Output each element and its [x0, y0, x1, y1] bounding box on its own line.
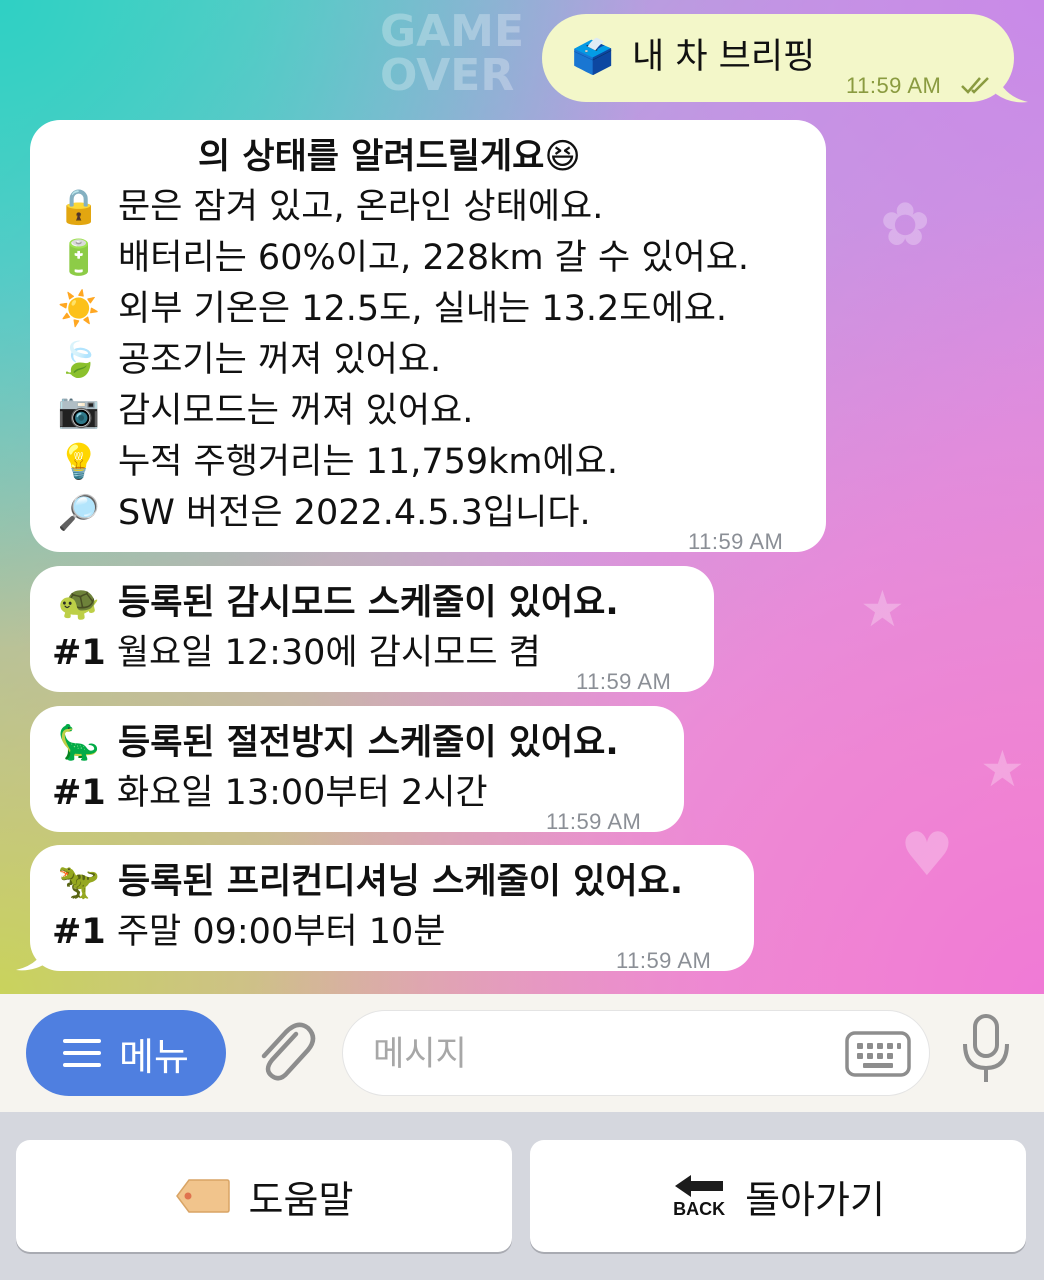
status-line: 🔎 SW 버전은 2022.4.5.3입니다. [54, 488, 749, 539]
schedule-detail: 화요일 13:00부터 2시간 [116, 773, 488, 813]
battery-icon: 🔋 [57, 238, 101, 278]
back-button-label: 돌아가기 [745, 1177, 885, 1222]
schedule-number: #1 [52, 633, 106, 673]
outgoing-message-text: 내 차 브리핑 [632, 37, 816, 77]
schedule-title: 등록된 감시모드 스케줄이 있어요. [118, 583, 619, 623]
background-pattern: GAME OVER [380, 6, 525, 101]
back-arrow-icon: BACK [671, 1173, 727, 1219]
paperclip-icon[interactable] [252, 1016, 316, 1086]
schedule-detail: 주말 09:00부터 10분 [116, 912, 446, 952]
status-message[interactable]: 의 상태를 알려드릴게요😆 🔒 문은 잠겨 있고, 온라인 상태에요. 🔋 배터리는 … [30, 120, 826, 554]
double-check-icon [960, 60, 992, 94]
message-time: 11:59 AM [616, 948, 712, 973]
microphone-icon[interactable] [960, 1012, 1012, 1084]
lock-icon: 🔒 [57, 187, 101, 227]
schedule-title: 등록된 절전방지 스케줄이 있어요. [118, 723, 619, 763]
hamburger-icon [63, 1039, 102, 1067]
status-line: 🔒 문은 잠겨 있고, 온라인 상태에요. [54, 182, 749, 233]
status-line: 📷 감시모드는 꺼져 있어요. [54, 386, 749, 437]
status-lines: 🔒 문은 잠겨 있고, 온라인 상태에요. 🔋 배터리는 60%이고, 228km 갈… [54, 182, 749, 539]
status-line-text: SW 버전은 2022.4.5.3입니다. [118, 493, 591, 533]
back-icon-text: BACK [673, 1199, 726, 1219]
message-time: 11:59 AM [576, 669, 672, 694]
bot-keyboard: 도움말 BACK 돌아가기 [0, 1112, 1044, 1280]
status-line: 🍃 공조기는 꺼져 있어요. [54, 335, 749, 386]
chat-background: GAMEOVER ✦ ✿ ★ ★ ♥ 🗳️ 내 차 브리핑 11:59 AM 의… [0, 0, 1044, 994]
status-line-text: 공조기는 꺼져 있어요. [118, 340, 442, 380]
ballot-box-icon: 🗳️ [571, 37, 615, 77]
sun-icon: ☀️ [57, 289, 101, 329]
message-time: 11:59 AM [688, 529, 784, 554]
keyboard-icon[interactable] [845, 1031, 911, 1077]
message-field[interactable] [342, 1010, 930, 1096]
menu-button-label: 메뉴 [119, 1034, 189, 1079]
bubble-tail [16, 940, 48, 971]
tag-icon [175, 1179, 230, 1213]
camera-icon: 📷 [57, 391, 101, 431]
status-line: ☀️ 외부 기온은 12.5도, 실내는 13.2도에요. [54, 284, 749, 335]
help-button-label: 도움말 [248, 1177, 354, 1222]
status-line: 🔋 배터리는 60%이고, 228km 갈 수 있어요. [54, 233, 749, 284]
leaf-icon: 🍃 [57, 340, 101, 380]
schedule-message[interactable]: 🦖 등록된 프리컨디셔닝 스케줄이 있어요. #1 주말 09:00부터 10분… [30, 845, 754, 973]
message-input[interactable] [373, 1029, 833, 1079]
magnifier-icon: 🔎 [57, 493, 101, 533]
lightbulb-icon: 💡 [57, 442, 101, 482]
status-line-text: 감시모드는 꺼져 있어요. [118, 391, 474, 431]
status-line: 💡 누적 주행거리는 11,759km에요. [54, 437, 749, 488]
status-line-text: 문은 잠겨 있고, 온라인 상태에요. [118, 187, 604, 227]
help-button[interactable]: 도움말 [16, 1140, 512, 1252]
status-line-text: 누적 주행거리는 11,759km에요. [118, 442, 619, 482]
message-time: 11:59 AM [546, 809, 642, 834]
schedule-title: 등록된 프리컨디셔닝 스케줄이 있어요. [118, 862, 684, 902]
schedule-number: #1 [52, 912, 106, 952]
status-title: 의 상태를 알려드릴게요😆 [198, 137, 581, 177]
turtle-icon: 🐢 [57, 583, 101, 623]
bubble-tail [996, 72, 1028, 103]
schedule-message[interactable]: 🦕 등록된 절전방지 스케줄이 있어요. #1 화요일 13:00부터 2시간 … [30, 706, 684, 834]
t-rex-icon: 🦖 [57, 862, 101, 902]
schedule-number: #1 [52, 773, 106, 813]
status-line-text: 외부 기온은 12.5도, 실내는 13.2도에요. [118, 289, 728, 329]
message-time: 11:59 AM [846, 73, 942, 98]
back-button[interactable]: BACK 돌아가기 [530, 1140, 1026, 1252]
schedule-detail: 월요일 12:30에 감시모드 켬 [116, 633, 541, 673]
status-line-text: 배터리는 60%이고, 228km 갈 수 있어요. [118, 238, 750, 278]
menu-button[interactable]: 메뉴 [26, 1010, 226, 1096]
outgoing-message[interactable]: 🗳️ 내 차 브리핑 11:59 AM [542, 14, 1014, 102]
message-input-bar: 메뉴 [0, 994, 1044, 1112]
schedule-message[interactable]: 🐢 등록된 감시모드 스케줄이 있어요. #1 월요일 12:30에 감시모드 … [30, 566, 714, 694]
sauropod-icon: 🦕 [57, 723, 101, 763]
